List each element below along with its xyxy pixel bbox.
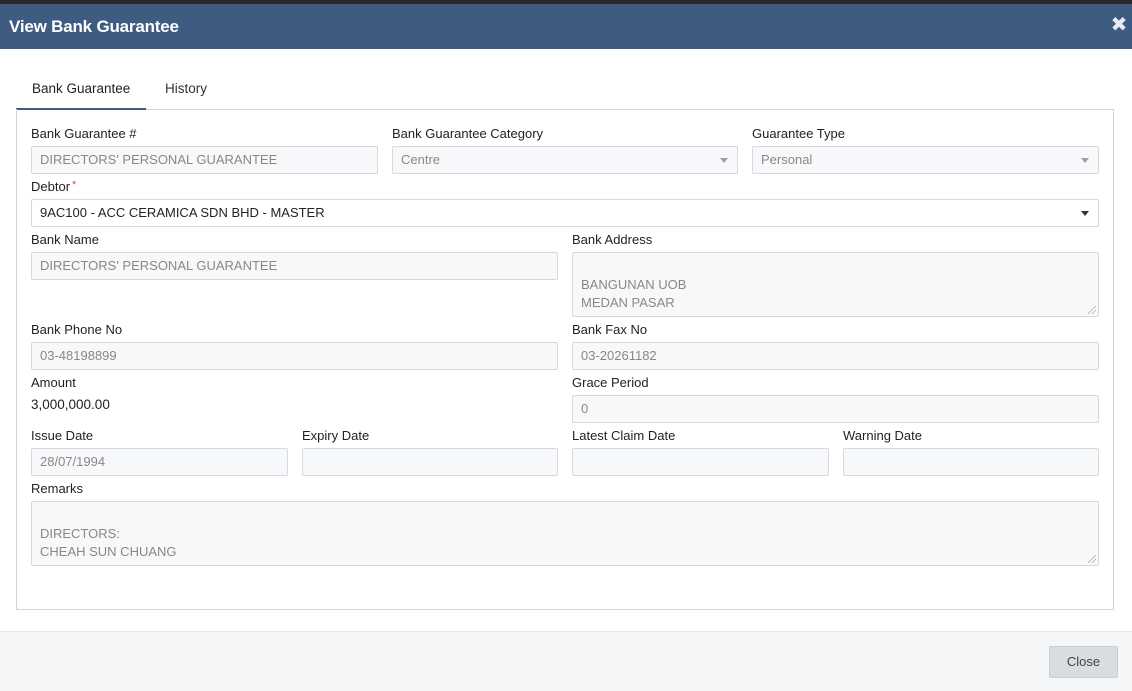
grace-period-label: Grace Period: [572, 375, 649, 390]
debtor-label: Debtor *: [31, 179, 76, 194]
resize-handle-icon[interactable]: [1088, 555, 1096, 563]
amount-value: 3,000,000.00: [31, 397, 110, 412]
bank-phone-label: Bank Phone No: [31, 322, 123, 337]
modal-title: View Bank Guarantee: [9, 17, 179, 36]
remarks-label: Remarks: [31, 481, 84, 496]
latest-claim-date-field[interactable]: [572, 448, 829, 476]
modal-header: View Bank Guarantee ✖: [0, 0, 1132, 49]
bg-number-field[interactable]: DIRECTORS' PERSONAL GUARANTEE: [31, 146, 378, 174]
bank-fax-label: Bank Fax No: [572, 322, 648, 337]
close-icon[interactable]: ✖: [1110, 15, 1128, 35]
close-button[interactable]: Close: [1049, 646, 1118, 678]
guarantee-type-value: Personal: [761, 152, 813, 167]
warning-date-label: Warning Date: [843, 428, 922, 443]
bg-number-label: Bank Guarantee #: [31, 126, 137, 141]
bg-category-select[interactable]: Centre: [392, 146, 738, 174]
remarks-value: DIRECTORS: CHEAH SUN CHUANG: [40, 526, 177, 559]
bank-name-field[interactable]: DIRECTORS' PERSONAL GUARANTEE: [31, 252, 558, 280]
bg-category-label: Bank Guarantee Category: [392, 126, 544, 141]
guarantee-type-select[interactable]: Personal: [752, 146, 1099, 174]
guarantee-type-label: Guarantee Type: [752, 126, 845, 141]
remarks-textarea[interactable]: DIRECTORS: CHEAH SUN CHUANG: [31, 501, 1099, 566]
amount-label: Amount: [31, 375, 76, 390]
bank-address-value: BANGUNAN UOB MEDAN PASAR KUALA LUMPUR: [581, 277, 687, 316]
chevron-down-icon: [1081, 158, 1089, 163]
tab-bank-guarantee[interactable]: Bank Guarantee: [16, 72, 147, 110]
expiry-date-field[interactable]: [302, 448, 558, 476]
bank-address-label: Bank Address: [572, 232, 653, 247]
chevron-down-icon: [720, 158, 728, 163]
debtor-select[interactable]: 9AC100 - ACC CERAMICA SDN BHD - MASTER: [31, 199, 1099, 227]
tab-bar: Bank Guarantee History: [16, 72, 1114, 110]
grace-period-field[interactable]: 0: [572, 395, 1099, 423]
required-marker: *: [72, 179, 77, 191]
resize-handle-icon[interactable]: [1088, 306, 1096, 314]
warning-date-field[interactable]: [843, 448, 1099, 476]
expiry-date-label: Expiry Date: [302, 428, 370, 443]
debtor-value: 9AC100 - ACC CERAMICA SDN BHD - MASTER: [40, 205, 325, 220]
chevron-down-icon: [1081, 211, 1089, 216]
issue-date-label: Issue Date: [31, 428, 94, 443]
bank-fax-field[interactable]: 03-20261182: [572, 342, 1099, 370]
bank-name-label: Bank Name: [31, 232, 99, 247]
latest-claim-date-label: Latest Claim Date: [572, 428, 676, 443]
tab-history[interactable]: History: [149, 72, 223, 110]
bank-phone-field[interactable]: 03-48198899: [31, 342, 558, 370]
bank-address-textarea[interactable]: BANGUNAN UOB MEDAN PASAR KUALA LUMPUR: [572, 252, 1099, 317]
bg-category-value: Centre: [401, 152, 441, 167]
debtor-label-text: Debtor: [31, 179, 71, 194]
issue-date-field[interactable]: 28/07/1994: [31, 448, 288, 476]
modal-footer: Close: [0, 631, 1132, 691]
